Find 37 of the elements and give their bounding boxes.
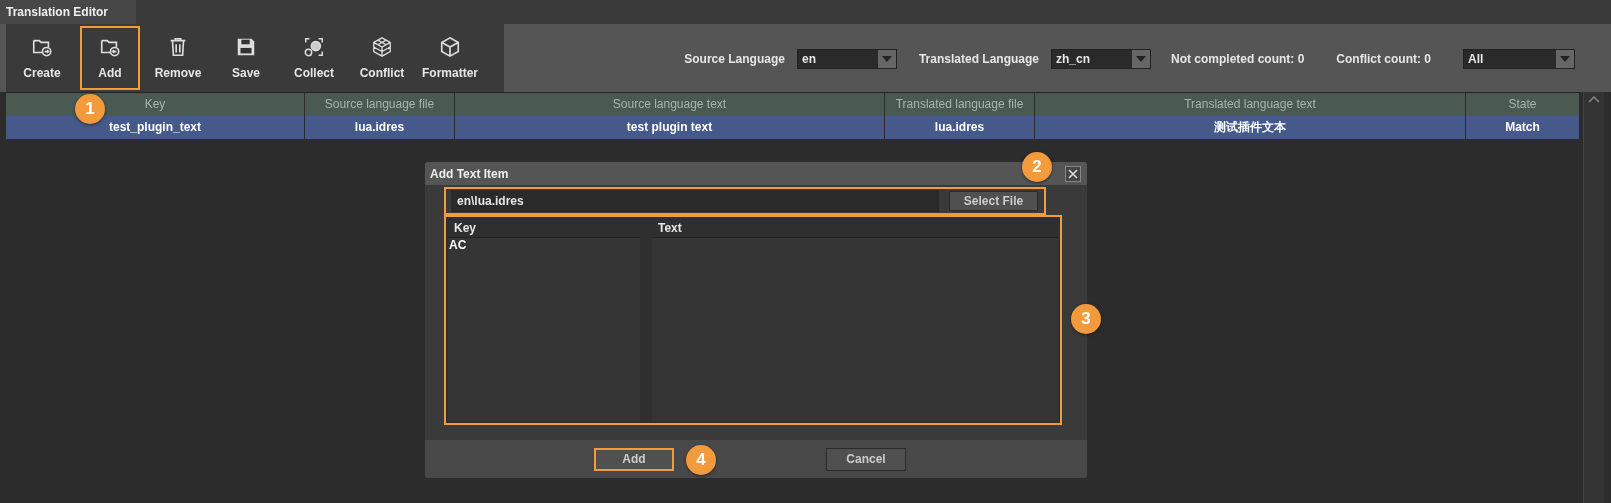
callout-badge: 4 xyxy=(686,444,716,475)
scrollbar[interactable] xyxy=(1583,92,1604,503)
table-cell: test plugin text xyxy=(455,116,885,139)
table-cell: Match xyxy=(1466,116,1580,139)
collect-button[interactable]: Collect xyxy=(284,26,344,90)
cube-grid-icon xyxy=(371,36,393,58)
save-icon xyxy=(235,36,257,58)
source-language-dropdown[interactable]: en xyxy=(796,49,897,69)
remove-button[interactable]: Remove xyxy=(148,26,208,90)
source-language-label: Source Language xyxy=(684,52,785,66)
table-cell: 测试插件文本 xyxy=(1035,116,1466,139)
conflict-button[interactable]: Conflict xyxy=(352,26,412,90)
text-column-header: Text xyxy=(657,221,683,237)
table-cell: lua.idres xyxy=(885,116,1035,139)
conflict-count: Conflict count: 0 xyxy=(1336,52,1431,66)
formatter-button[interactable]: Formatter xyxy=(420,26,480,90)
translated-language-label: Translated Language xyxy=(918,52,1039,66)
add-button[interactable]: Add xyxy=(594,447,674,471)
callout-badge: 3 xyxy=(1071,304,1101,334)
dialog-title: Add Text Item xyxy=(430,166,509,181)
translated-language-dropdown[interactable]: zh_cn xyxy=(1051,49,1151,69)
cube-icon xyxy=(439,36,461,58)
file-path-field[interactable]: en\lua.idres xyxy=(451,190,939,212)
table-cell: lua.idres xyxy=(305,116,455,139)
close-icon[interactable] xyxy=(1065,165,1081,182)
window-title: Translation Editor xyxy=(0,0,136,24)
sphere-icon xyxy=(303,36,325,58)
select-file-button[interactable]: Select File xyxy=(949,191,1038,211)
save-button[interactable]: Save xyxy=(216,26,276,90)
callout-badge: 2 xyxy=(1022,152,1052,182)
state-filter-dropdown[interactable]: All xyxy=(1463,49,1575,69)
key-column-header: Key xyxy=(453,221,477,237)
table-cell: test_plugin_text xyxy=(6,116,305,139)
key-list-item[interactable]: AC xyxy=(448,238,467,252)
cancel-button[interactable]: Cancel xyxy=(826,447,906,471)
create-button[interactable]: Create xyxy=(12,26,72,90)
not-completed-count: Not completed count: 0 xyxy=(1171,52,1305,66)
